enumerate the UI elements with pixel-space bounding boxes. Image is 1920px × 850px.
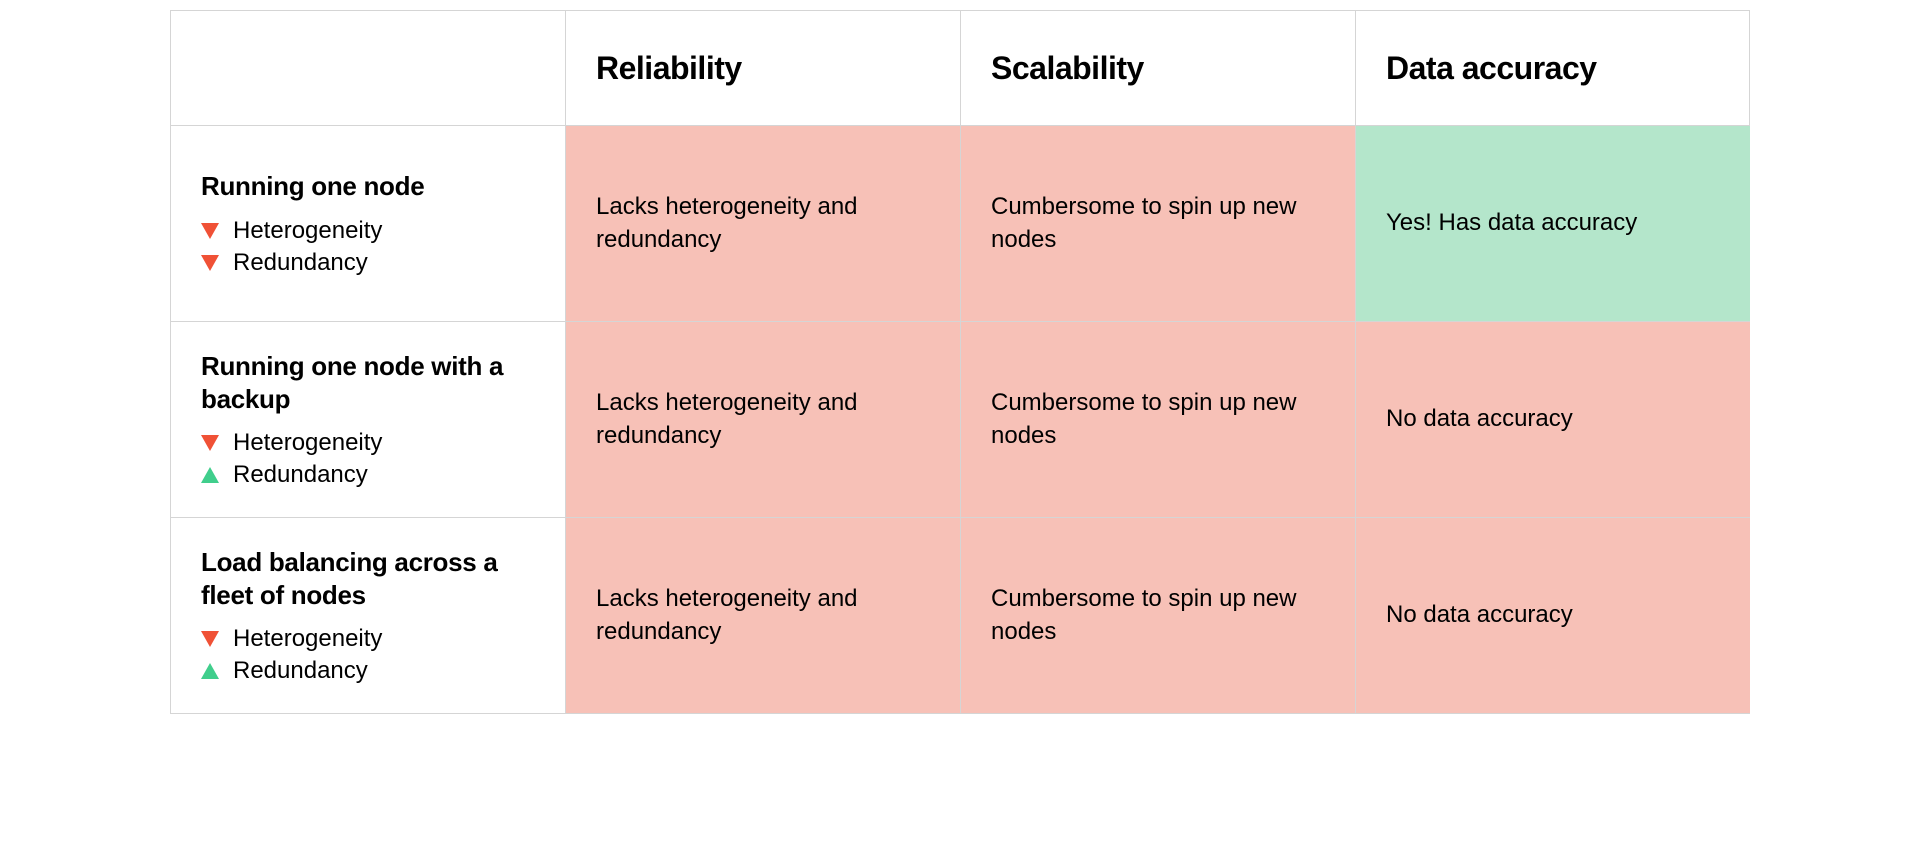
cell-data-accuracy: No data accuracy [1355,321,1750,517]
row-title: Running one node [201,170,535,203]
tag-label: Heterogeneity [233,625,382,653]
tag-heterogeneity: Heterogeneity [201,429,535,457]
cell-text: Lacks heterogeneity and redundancy [596,387,930,452]
column-header-label: Scalability [991,50,1325,87]
tag-redundancy: Redundancy [201,657,535,685]
tag-heterogeneity: Heterogeneity [201,217,535,245]
cell-text: Cumbersome to spin up new nodes [991,583,1325,648]
cell-text: Lacks heterogeneity and redundancy [596,583,930,648]
triangle-down-icon [201,255,221,271]
column-header-label: Reliability [596,50,930,87]
column-header-scalability: Scalability [960,10,1355,125]
row-label-load-balancing: Load balancing across a fleet of nodes H… [170,517,565,713]
cell-scalability: Cumbersome to spin up new nodes [960,125,1355,321]
cell-text: No data accuracy [1386,403,1720,435]
triangle-down-icon [201,631,221,647]
triangle-down-icon [201,223,221,239]
row-label-one-node: Running one node Heterogeneity Redundanc… [170,125,565,321]
cell-reliability: Lacks heterogeneity and redundancy [565,321,960,517]
column-header-label: Data accuracy [1386,50,1720,87]
triangle-up-icon [201,663,221,679]
comparison-table: Reliability Scalability Data accuracy Ru… [170,10,1750,714]
cell-data-accuracy: Yes! Has data accuracy [1355,125,1750,321]
column-header-reliability: Reliability [565,10,960,125]
tag-label: Heterogeneity [233,429,382,457]
cell-reliability: Lacks heterogeneity and redundancy [565,125,960,321]
cell-reliability: Lacks heterogeneity and redundancy [565,517,960,713]
header-corner [170,10,565,125]
tag-redundancy: Redundancy [201,461,535,489]
cell-scalability: Cumbersome to spin up new nodes [960,321,1355,517]
tag-label: Redundancy [233,657,368,685]
column-header-data-accuracy: Data accuracy [1355,10,1750,125]
cell-text: Yes! Has data accuracy [1386,207,1720,239]
tag-label: Redundancy [233,461,368,489]
triangle-down-icon [201,435,221,451]
row-title: Running one node with a backup [201,350,535,415]
tag-label: Heterogeneity [233,217,382,245]
cell-data-accuracy: No data accuracy [1355,517,1750,713]
row-title: Load balancing across a fleet of nodes [201,546,535,611]
cell-text: No data accuracy [1386,599,1720,631]
cell-text: Cumbersome to spin up new nodes [991,387,1325,452]
tag-redundancy: Redundancy [201,249,535,277]
cell-scalability: Cumbersome to spin up new nodes [960,517,1355,713]
tag-heterogeneity: Heterogeneity [201,625,535,653]
cell-text: Cumbersome to spin up new nodes [991,191,1325,256]
tag-label: Redundancy [233,249,368,277]
cell-text: Lacks heterogeneity and redundancy [596,191,930,256]
triangle-up-icon [201,467,221,483]
row-label-one-node-backup: Running one node with a backup Heterogen… [170,321,565,517]
